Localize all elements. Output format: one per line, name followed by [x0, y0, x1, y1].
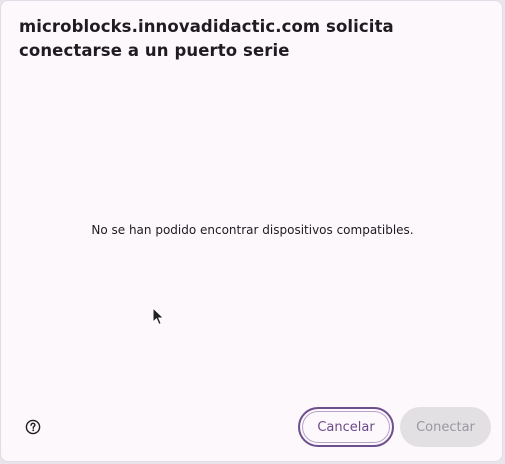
- connect-button[interactable]: Conectar: [400, 407, 491, 447]
- no-devices-message: No se han podido encontrar dispositivos …: [91, 223, 414, 237]
- dialog-title: microblocks.innovadidactic.com solicita …: [19, 17, 394, 60]
- serial-port-dialog: microblocks.innovadidactic.com solicita …: [0, 0, 503, 462]
- cancel-button[interactable]: Cancelar: [298, 407, 394, 447]
- help-icon[interactable]: [25, 419, 41, 435]
- mouse-pointer-icon: [152, 306, 166, 327]
